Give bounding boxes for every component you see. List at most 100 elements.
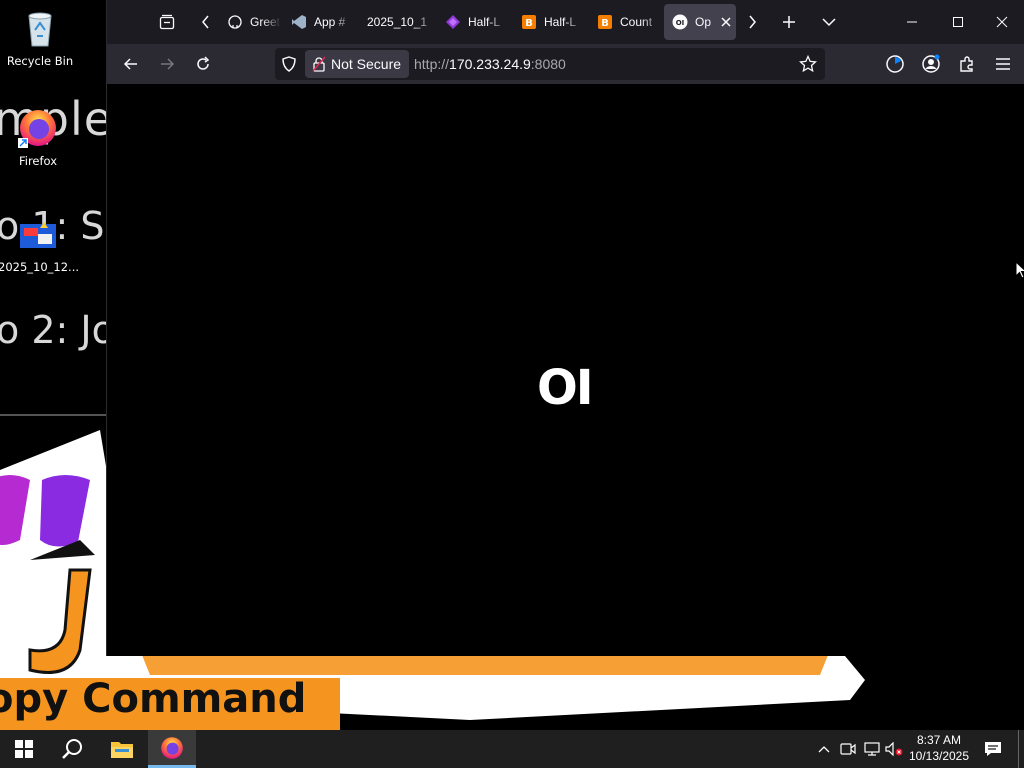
firefox-view-icon (159, 14, 175, 30)
blogger-letter: B (525, 18, 533, 29)
desktop-screen: mplet o 1: Sh o 2: Jo opy Command Recycl… (0, 0, 1024, 768)
start-button[interactable] (0, 730, 48, 768)
page-content: OI (107, 84, 1024, 656)
list-all-tabs-button[interactable] (813, 6, 845, 38)
search-button[interactable] (48, 730, 96, 768)
taskbar-clock[interactable]: 8:37 AM 10/13/2025 (904, 732, 974, 764)
github-icon (227, 14, 243, 30)
tab-label: Half-L (544, 15, 577, 29)
chevron-left-icon (202, 15, 209, 29)
url-text[interactable]: http://170.233.24.9:8080 (414, 56, 566, 72)
tab-greeting[interactable]: Greeti (219, 4, 281, 40)
forward-button[interactable] (151, 48, 183, 80)
desktop-icon-recycle-bin[interactable]: Recycle Bin (0, 8, 80, 68)
tab-half-life-2[interactable]: B Half-L (513, 4, 585, 40)
scroll-tabs-left-button[interactable] (193, 6, 219, 38)
wallpaper-banner-text: opy Command (0, 676, 307, 722)
firefox-view-button[interactable] (151, 6, 183, 38)
tab-bar: Greeti App # 2025_10_1 Half-L B Half-L B… (107, 0, 1024, 44)
url-port: :8080 (530, 56, 566, 72)
desktop-icon-video-file[interactable]: 2025_10_12... (0, 214, 79, 274)
vscode-icon (291, 14, 307, 30)
tab-video[interactable]: 2025_10_1 (359, 4, 437, 40)
close-window-button[interactable] (979, 0, 1024, 44)
maximize-icon (953, 17, 963, 27)
close-icon (996, 16, 1008, 28)
tracking-protection-button[interactable] (281, 56, 297, 76)
openwebui-icon: OI (672, 14, 688, 30)
reload-button[interactable] (187, 48, 219, 80)
plus-icon (783, 16, 795, 28)
tab-count[interactable]: B Count (589, 4, 663, 40)
tab-app[interactable]: App # (283, 4, 355, 40)
network-button[interactable] (862, 738, 882, 760)
minimize-button[interactable] (889, 0, 935, 44)
volume-muted-icon (885, 742, 903, 756)
desktop-icon-firefox[interactable]: Firefox (0, 108, 78, 168)
chevron-right-icon (749, 15, 756, 29)
chevron-down-icon (822, 18, 836, 27)
reload-icon (197, 56, 210, 70)
not-secure-label: Not Secure (331, 56, 402, 72)
meet-now-button[interactable] (838, 738, 858, 760)
sync-icon (886, 55, 904, 73)
taskbar-firefox-button[interactable] (148, 730, 196, 768)
close-tab-button[interactable] (720, 16, 732, 28)
open-webui-logo: OI (537, 362, 594, 408)
tab-label: Op (695, 15, 712, 29)
file-explorer-button[interactable] (98, 730, 146, 768)
openwebui-letters: OI (676, 19, 685, 27)
scroll-tabs-right-button[interactable] (739, 6, 765, 38)
show-desktop-button[interactable] (1018, 730, 1024, 768)
close-icon (721, 17, 731, 27)
star-icon (798, 54, 818, 73)
arrow-right-icon (161, 58, 175, 70)
shield-icon (282, 56, 296, 72)
hamburger-menu-icon (996, 58, 1010, 70)
site-security-button[interactable]: Not Secure (305, 50, 410, 78)
firefox-icon (18, 108, 58, 148)
windows-logo-icon (15, 740, 33, 758)
new-tab-button[interactable] (773, 6, 805, 38)
folder-icon (111, 742, 133, 758)
insecure-lock-icon (312, 56, 326, 75)
tab-half-life-1[interactable]: Half-L (437, 4, 509, 40)
logo-text: OI (537, 362, 592, 408)
gem-icon (445, 14, 461, 30)
action-center-button[interactable] (982, 738, 1004, 760)
firefox-window: Greeti App # 2025_10_1 Half-L B Half-L B… (106, 0, 1024, 656)
navigation-toolbar: Not Secure http://170.233.24.9:8080 (107, 44, 1024, 84)
firefox-icon (161, 736, 183, 759)
camera-icon (840, 743, 856, 755)
desktop-icon-label: Recycle Bin (6, 54, 74, 68)
tab-label: App # (314, 15, 346, 29)
back-button[interactable] (115, 48, 147, 80)
tab-label: Half-L (468, 15, 501, 29)
desktop-icon-label: 2025_10_12... (0, 260, 79, 274)
search-icon (62, 739, 82, 759)
wallpaper-divider (0, 414, 106, 416)
video-file-icon (18, 214, 58, 254)
notification-icon (985, 742, 1001, 756)
network-icon (864, 742, 880, 756)
firefox-sync-button[interactable] (879, 48, 911, 80)
blogger-letter: B (601, 18, 609, 29)
tab-open-webui-active[interactable]: OI Op (664, 4, 736, 40)
extensions-button[interactable] (951, 48, 983, 80)
bookmark-star-button[interactable] (798, 54, 818, 77)
url-host: 170.233.24.9 (449, 56, 531, 72)
tab-label: Greeti (250, 15, 281, 29)
url-prefix: http:// (414, 56, 450, 72)
windows-taskbar: 8:37 AM 10/13/2025 (0, 730, 1024, 768)
arrow-left-icon (123, 58, 137, 70)
volume-button[interactable] (884, 738, 904, 760)
maximize-button[interactable] (935, 0, 981, 44)
account-button[interactable] (915, 48, 947, 80)
account-icon (922, 54, 940, 73)
recycle-bin-icon (20, 8, 60, 48)
mouse-cursor-icon (1016, 262, 1024, 279)
tab-label: 2025_10_1 (367, 15, 428, 29)
show-hidden-icons-button[interactable] (814, 738, 834, 760)
address-bar[interactable]: Not Secure http://170.233.24.9:8080 (275, 48, 825, 80)
app-menu-button[interactable] (987, 48, 1019, 80)
